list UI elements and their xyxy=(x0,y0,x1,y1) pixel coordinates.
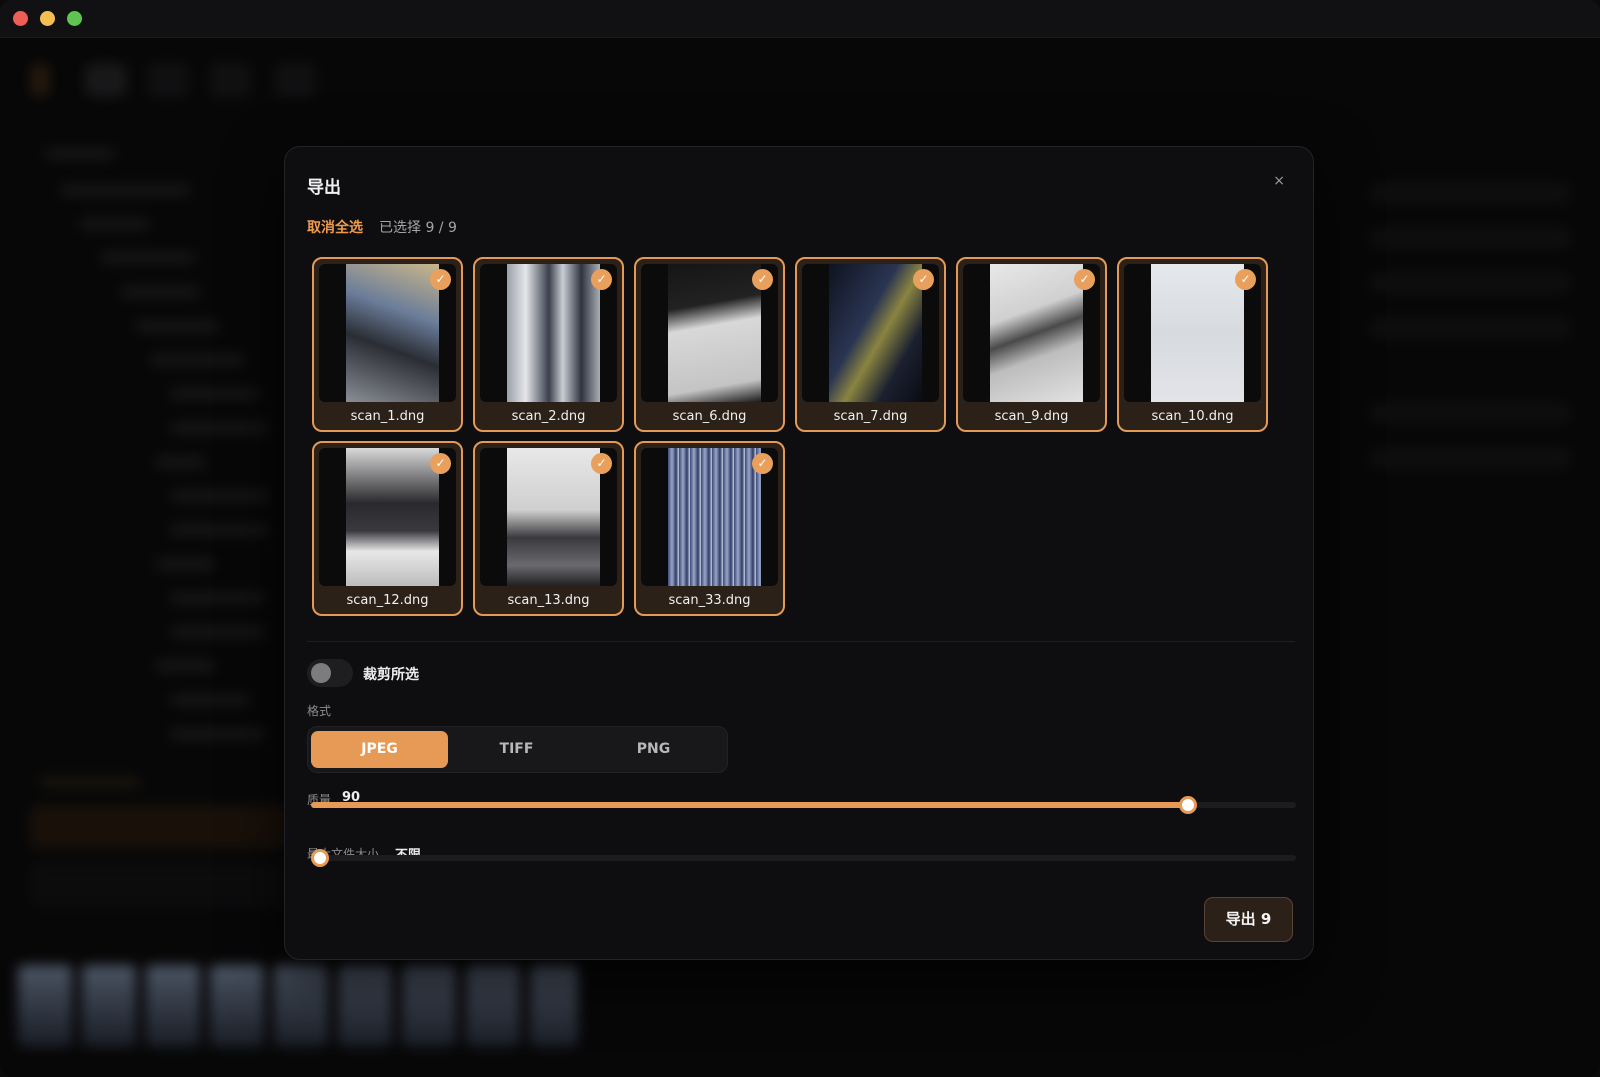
thumbnail-filename: scan_6.dng xyxy=(672,409,747,424)
thumbnail-card[interactable]: ✓ scan_10.dng xyxy=(1117,257,1268,432)
check-icon[interactable]: ✓ xyxy=(913,269,934,290)
format-segmented-control: JPEG TIFF PNG xyxy=(307,726,728,773)
section-divider xyxy=(307,641,1295,642)
toggle-knob xyxy=(311,663,331,683)
check-icon[interactable]: ✓ xyxy=(430,453,451,474)
thumbnail-card[interactable]: ✓ scan_7.dng xyxy=(795,257,946,432)
deselect-all-link[interactable]: 取消全选 xyxy=(307,217,363,237)
zoom-window-button[interactable] xyxy=(67,11,82,26)
quality-slider-fill xyxy=(311,802,1188,808)
thumbnail-card[interactable]: ✓ scan_1.dng xyxy=(312,257,463,432)
thumbnail-filename: scan_2.dng xyxy=(511,409,586,424)
thumbnail-filename: scan_10.dng xyxy=(1151,409,1234,424)
thumbnail-card[interactable]: ✓ scan_6.dng xyxy=(634,257,785,432)
export-button[interactable]: 导出 9 xyxy=(1204,897,1293,942)
thumbnail-grid: ✓ scan_1.dng ✓ scan_2.dng ✓ scan_6.dng ✓… xyxy=(312,257,1292,617)
crop-toggle-label: 裁剪所选 xyxy=(363,667,419,683)
check-icon[interactable]: ✓ xyxy=(430,269,451,290)
dialog-title: 导出 xyxy=(307,178,341,198)
max-file-size-slider[interactable] xyxy=(311,849,1296,867)
thumbnail-card[interactable]: ✓ scan_33.dng xyxy=(634,441,785,616)
format-option-tiff[interactable]: TIFF xyxy=(448,731,585,768)
thumbnail-card[interactable]: ✓ scan_9.dng xyxy=(956,257,1107,432)
thumbnail-filename: scan_13.dng xyxy=(507,593,590,608)
crop-toggle[interactable] xyxy=(307,659,353,687)
thumbnail-filename: scan_12.dng xyxy=(346,593,429,608)
title-bar xyxy=(0,0,1600,38)
thumbnail-filename: scan_7.dng xyxy=(833,409,908,424)
check-icon[interactable]: ✓ xyxy=(591,269,612,290)
thumbnail-card[interactable]: ✓ scan_2.dng xyxy=(473,257,624,432)
thumbnail-card[interactable]: ✓ scan_13.dng xyxy=(473,441,624,616)
selection-count: 已选择 9 / 9 xyxy=(379,220,457,236)
thumbnail-filename: scan_1.dng xyxy=(350,409,425,424)
max-file-size-slider-handle[interactable] xyxy=(311,849,329,867)
format-option-jpeg[interactable]: JPEG xyxy=(311,731,448,768)
export-dialog: 导出 × 取消全选 已选择 9 / 9 ✓ scan_1.dng ✓ scan_… xyxy=(284,146,1314,960)
check-icon[interactable]: ✓ xyxy=(752,269,773,290)
check-icon[interactable]: ✓ xyxy=(752,453,773,474)
quality-slider-handle[interactable] xyxy=(1179,796,1197,814)
check-icon[interactable]: ✓ xyxy=(1074,269,1095,290)
check-icon[interactable]: ✓ xyxy=(591,453,612,474)
app-window: 导出 × 取消全选 已选择 9 / 9 ✓ scan_1.dng ✓ scan_… xyxy=(0,0,1600,1077)
minimize-window-button[interactable] xyxy=(40,11,55,26)
thumbnail-filename: scan_33.dng xyxy=(668,593,751,608)
close-icon[interactable]: × xyxy=(1273,173,1285,189)
check-icon[interactable]: ✓ xyxy=(1235,269,1256,290)
thumbnail-filename: scan_9.dng xyxy=(994,409,1069,424)
thumbnail-card[interactable]: ✓ scan_12.dng xyxy=(312,441,463,616)
close-window-button[interactable] xyxy=(13,11,28,26)
format-label: 格式 xyxy=(307,704,332,718)
format-option-png[interactable]: PNG xyxy=(585,731,722,768)
quality-slider[interactable] xyxy=(311,796,1296,814)
